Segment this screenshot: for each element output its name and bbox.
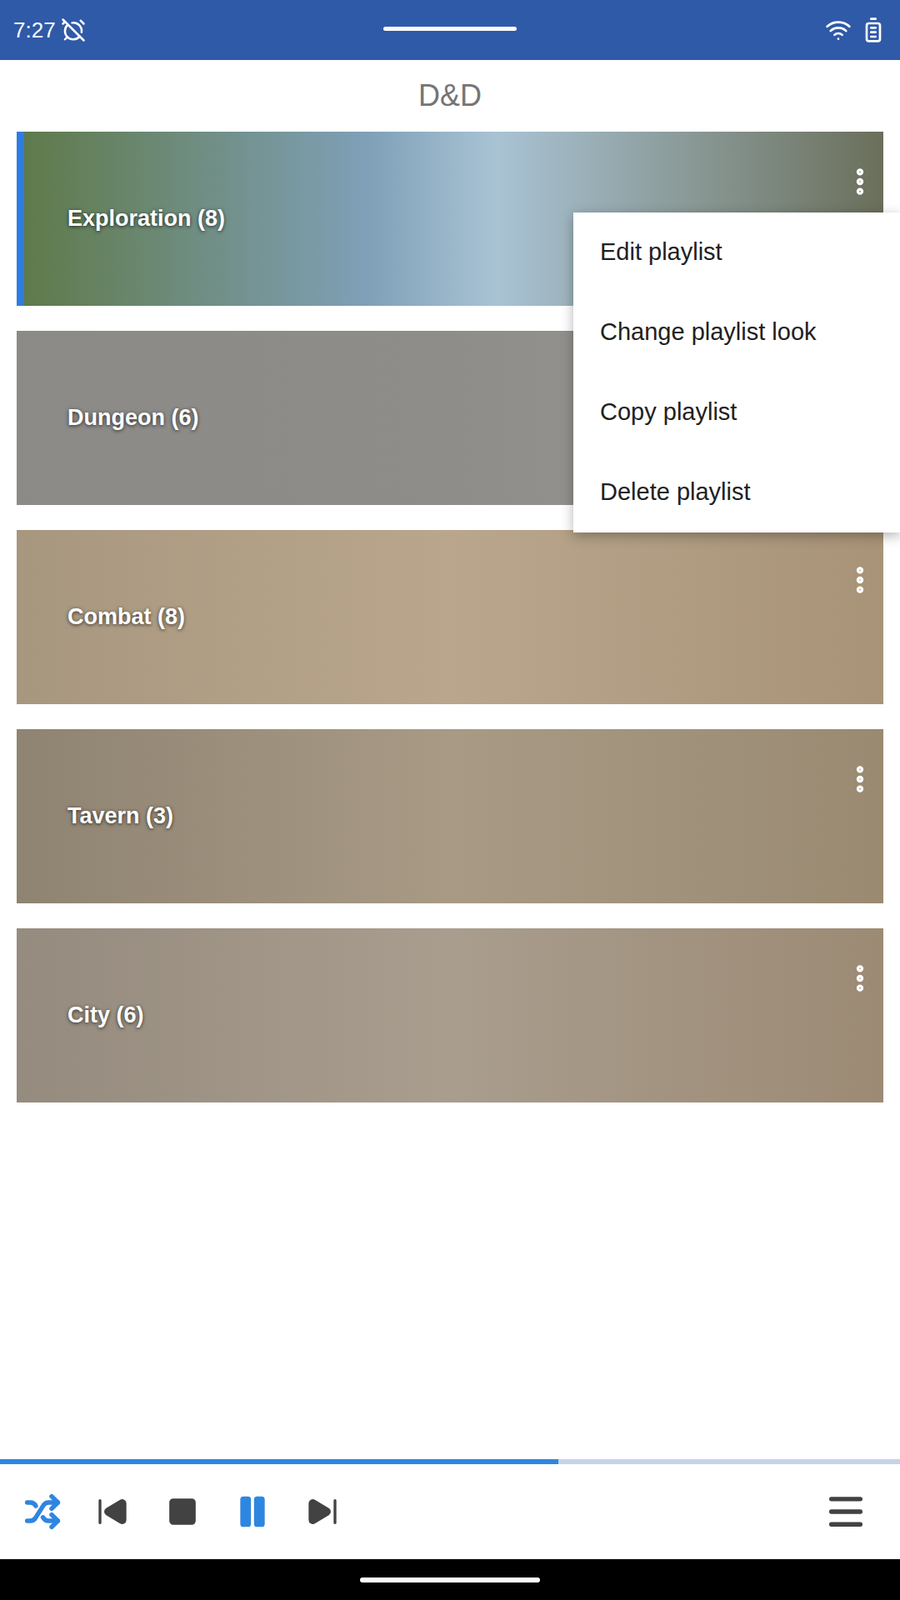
- playlist-card[interactable]: City (6): [16, 928, 884, 1103]
- alarm-off-icon: [60, 17, 86, 43]
- menu-item[interactable]: Delete playlist: [573, 452, 900, 533]
- play-pause-button[interactable]: [234, 1493, 271, 1530]
- page-title: D&D: [0, 60, 900, 132]
- progress-fill: [0, 1459, 559, 1465]
- menu-item[interactable]: Edit playlist: [573, 212, 900, 293]
- next-icon: [305, 1495, 340, 1529]
- menu-item[interactable]: Copy playlist: [573, 372, 900, 453]
- context-menu: Edit playlistChange playlist lookCopy pl…: [573, 212, 900, 533]
- playlist-card[interactable]: Tavern (3): [16, 729, 884, 904]
- wifi-icon: [825, 16, 852, 44]
- pause-icon: [234, 1493, 271, 1530]
- hamburger-icon: [824, 1490, 868, 1534]
- previous-icon: [95, 1495, 130, 1529]
- battery-icon: [860, 16, 887, 44]
- playlist-label: Combat (8): [16, 600, 185, 635]
- more-options-icon[interactable]: [843, 165, 877, 199]
- home-handle[interactable]: [360, 1577, 540, 1583]
- playlist-card[interactable]: Combat (8): [16, 530, 884, 705]
- more-options-icon[interactable]: [843, 762, 877, 796]
- menu-item[interactable]: Change playlist look: [573, 292, 900, 373]
- queue-menu-button[interactable]: [824, 1490, 868, 1534]
- more-options-icon[interactable]: [843, 563, 877, 597]
- next-button[interactable]: [304, 1493, 341, 1530]
- app-screen: 7:27 D&D Exploration (8) Dungeon (6) Combat …: [0, 0, 900, 1600]
- more-options-icon[interactable]: [843, 961, 877, 995]
- stop-icon: [166, 1495, 199, 1528]
- previous-button[interactable]: [94, 1493, 131, 1530]
- status-time: 7:27: [13, 14, 56, 47]
- status-handle: [383, 26, 517, 31]
- stop-button[interactable]: [164, 1493, 201, 1530]
- playlist-label: Tavern (3): [16, 799, 174, 834]
- shuffle-icon: [24, 1493, 61, 1530]
- status-bar: 7:27: [0, 0, 900, 60]
- player-controls: [0, 1464, 900, 1560]
- playlist-label: Exploration (8): [24, 201, 225, 236]
- progress-bar[interactable]: [0, 1459, 900, 1465]
- playlist-label: Dungeon (6): [16, 400, 199, 435]
- playlist-label: City (6): [16, 998, 145, 1033]
- navigation-bar: [0, 1559, 900, 1600]
- shuffle-button[interactable]: [24, 1493, 61, 1530]
